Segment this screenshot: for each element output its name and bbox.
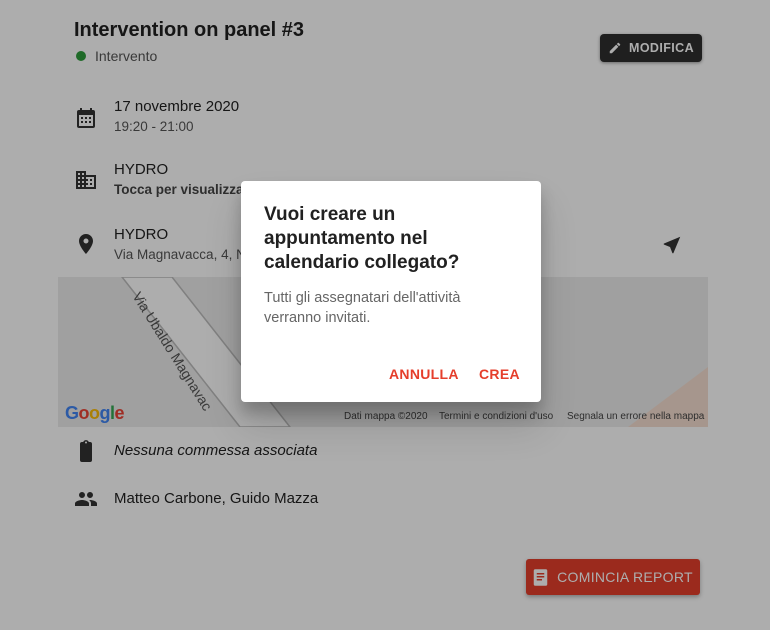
create-appointment-dialog: Vuoi creare un appuntamento nel calendar… — [241, 181, 541, 402]
cancel-button[interactable]: ANNULLA — [389, 366, 459, 382]
create-button[interactable]: CREA — [479, 366, 520, 382]
dialog-title: Vuoi creare un appuntamento nel calendar… — [264, 204, 460, 273]
dialog-message: Tutti gli assegnatari dell'attività verr… — [264, 290, 461, 326]
